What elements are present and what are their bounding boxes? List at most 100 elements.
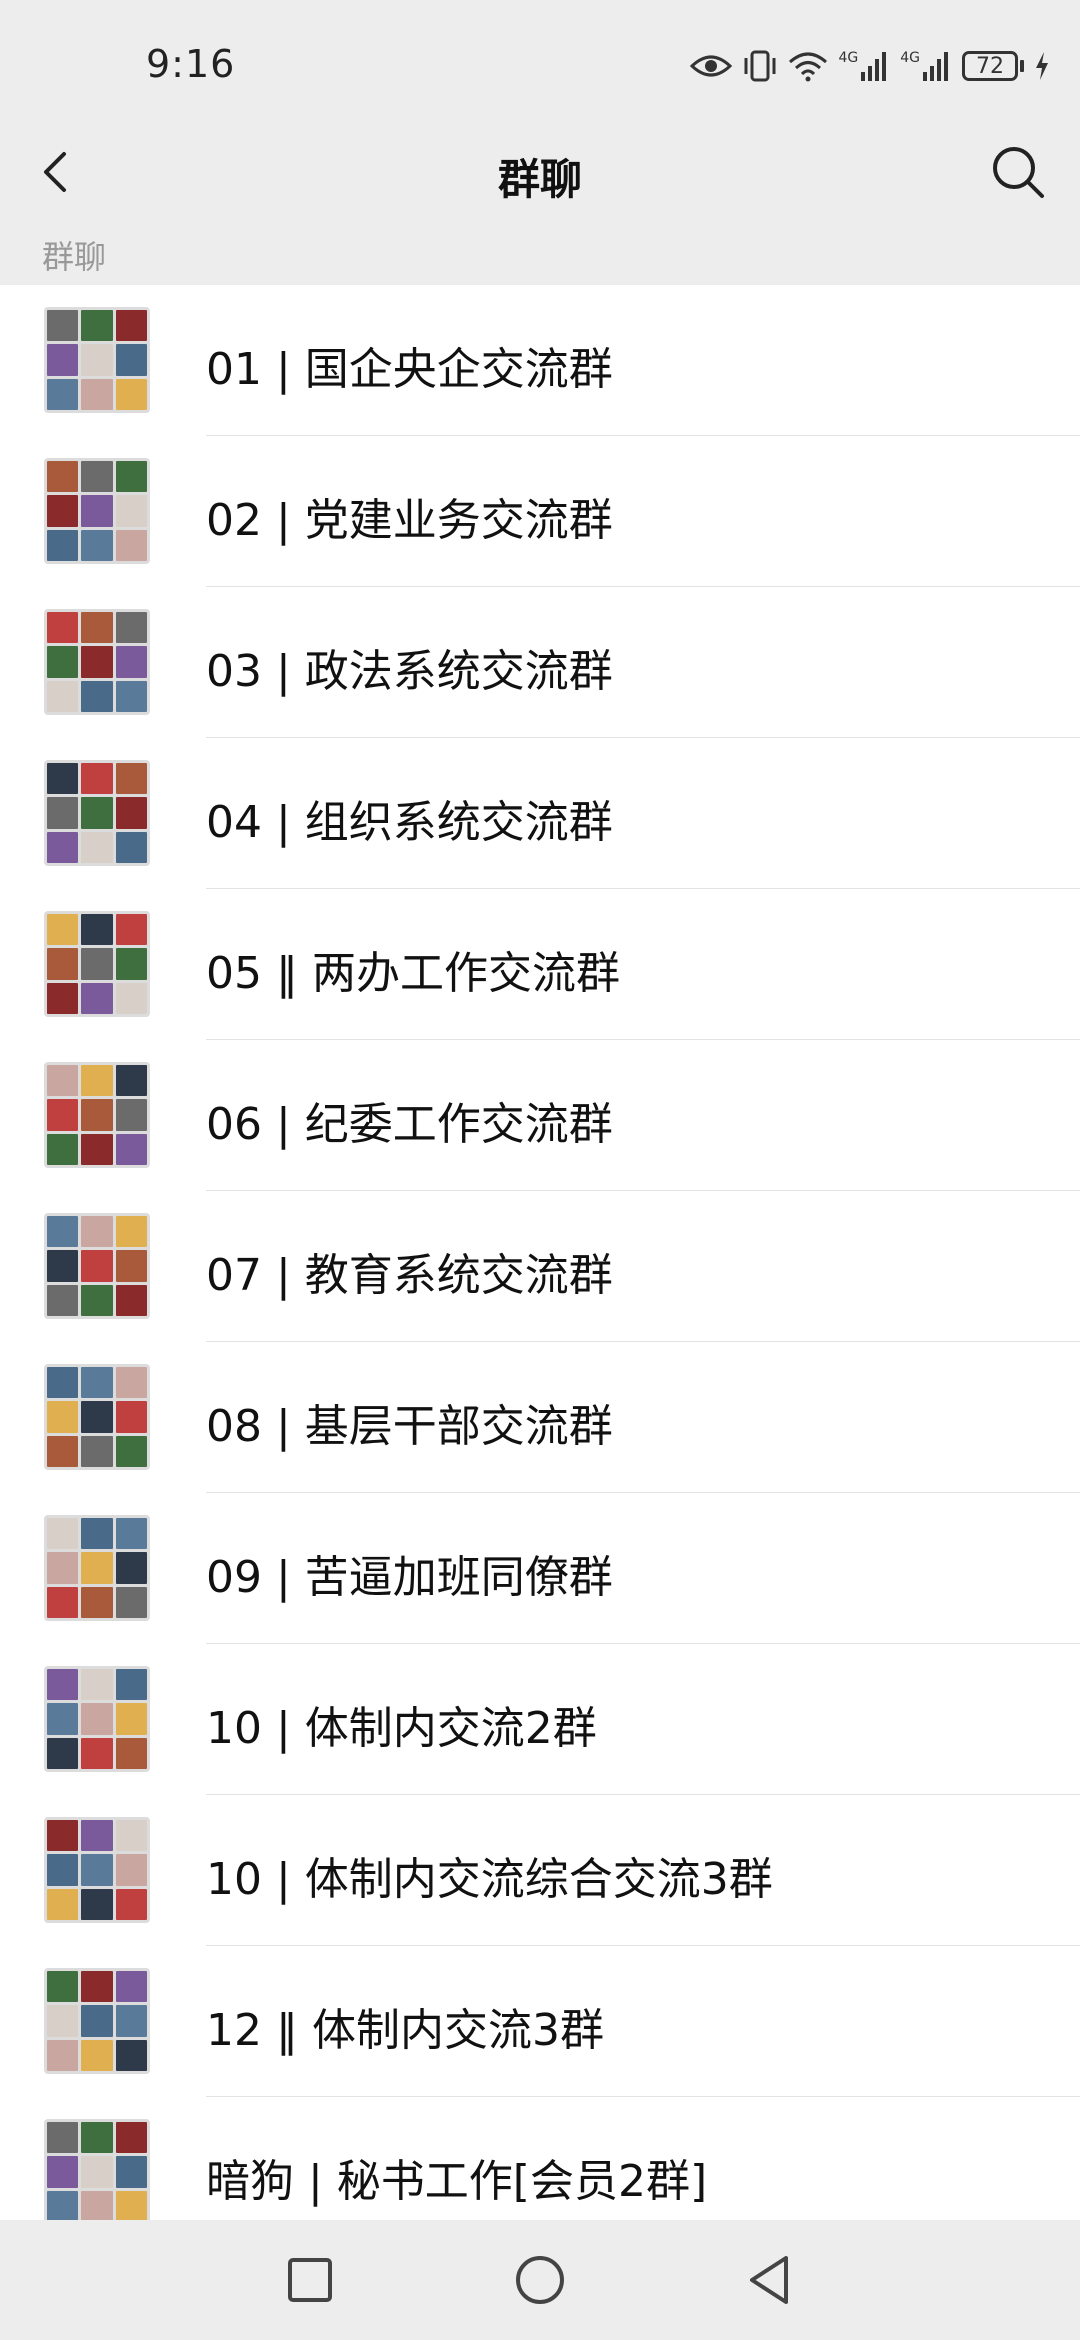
avatar-tile xyxy=(81,612,113,644)
avatar-tile xyxy=(47,2005,79,2037)
avatar-tile xyxy=(47,378,79,410)
avatar-tile xyxy=(115,1703,147,1735)
avatar-tile xyxy=(47,1065,79,1097)
avatar-tile xyxy=(47,612,79,644)
avatar-tile xyxy=(81,378,113,410)
group-list-item[interactable]: 07 | 教育系统交流群 xyxy=(0,1191,1080,1342)
group-list-item[interactable]: 暗狗 | 秘书工作[会员2群] xyxy=(0,2097,1080,2220)
recents-button[interactable] xyxy=(280,2250,340,2310)
avatar-tile xyxy=(81,1669,113,1701)
group-avatar xyxy=(44,1364,150,1470)
avatar-tile xyxy=(47,1971,79,2003)
network-type-label: 4G xyxy=(900,50,920,66)
signal-icon xyxy=(923,52,948,81)
group-avatar xyxy=(44,1666,150,1772)
home-circle-icon xyxy=(516,2256,564,2304)
group-avatar xyxy=(44,609,150,715)
avatar-tile xyxy=(81,1284,113,1316)
avatar-tile xyxy=(115,529,147,561)
avatar-tile xyxy=(115,1669,147,1701)
status-icons: 4G 4G 72 xyxy=(690,44,1050,88)
group-list-item[interactable]: 10 | 体制内交流综合交流3群 xyxy=(0,1795,1080,1946)
avatar-tile xyxy=(47,1133,79,1165)
section-header: 群聊 xyxy=(42,238,107,276)
avatar-tile xyxy=(47,1586,79,1618)
nav-bar: 群聊 xyxy=(0,120,1080,230)
group-list[interactable]: 01 | 国企央企交流群 02 | 党建业务交流群 03 | 政法系统交流群 04 |… xyxy=(0,285,1080,2220)
avatar-tile xyxy=(81,2190,113,2220)
avatar-tile xyxy=(47,680,79,712)
avatar-tile xyxy=(115,2039,147,2071)
battery-icon: 72 xyxy=(962,51,1024,81)
avatar-tile xyxy=(115,914,147,946)
group-list-item[interactable]: 06 | 纪委工作交流群 xyxy=(0,1040,1080,1191)
avatar-tile xyxy=(81,948,113,980)
avatar-tile xyxy=(47,948,79,980)
avatar-tile xyxy=(47,1284,79,1316)
avatar-tile xyxy=(115,1216,147,1248)
group-list-item[interactable]: 08 | 基层干部交流群 xyxy=(0,1342,1080,1493)
avatar-tile xyxy=(47,1552,79,1584)
avatar-tile xyxy=(47,1854,79,1886)
avatar-tile xyxy=(115,310,147,342)
page-title: 群聊 xyxy=(497,155,582,204)
group-list-item[interactable]: 04 | 组织系统交流群 xyxy=(0,738,1080,889)
avatar-tile xyxy=(47,763,79,795)
group-list-item[interactable]: 03 | 政法系统交流群 xyxy=(0,587,1080,738)
avatar-tile xyxy=(47,1099,79,1131)
avatar-tile xyxy=(47,1367,79,1399)
avatar-tile xyxy=(81,1401,113,1433)
avatar-tile xyxy=(115,2156,147,2188)
home-button[interactable] xyxy=(510,2250,570,2310)
avatar-tile xyxy=(115,1284,147,1316)
avatar-tile xyxy=(47,1435,79,1467)
wifi-icon xyxy=(789,52,828,82)
status-time: 9:16 xyxy=(146,42,236,86)
avatar-tile xyxy=(81,982,113,1014)
battery-tip xyxy=(1020,60,1024,72)
group-name: 09 | 苦逼加班同僚群 xyxy=(206,1552,613,1603)
status-bar: 9:16 4G 4G 72 xyxy=(0,0,1080,130)
avatar-tile xyxy=(47,2039,79,2071)
group-list-item[interactable]: 01 | 国企央企交流群 xyxy=(0,285,1080,436)
group-list-item[interactable]: 12 ‖ 体制内交流3群 xyxy=(0,1946,1080,2097)
avatar-tile xyxy=(81,2156,113,2188)
avatar-tile xyxy=(81,1552,113,1584)
avatar-tile xyxy=(81,1435,113,1467)
avatar-tile xyxy=(115,1250,147,1282)
avatar-tile xyxy=(115,1099,147,1131)
search-button[interactable] xyxy=(986,140,1050,204)
vibrate-icon xyxy=(744,50,776,82)
group-list-item[interactable]: 05 ‖ 两办工作交流群 xyxy=(0,889,1080,1040)
avatar-tile xyxy=(81,310,113,342)
avatar-tile xyxy=(81,1854,113,1886)
group-list-item[interactable]: 02 | 党建业务交流群 xyxy=(0,436,1080,587)
charging-icon xyxy=(1036,52,1048,80)
avatar-tile xyxy=(47,831,79,863)
back-nav-button[interactable] xyxy=(740,2250,800,2310)
avatar-tile xyxy=(81,914,113,946)
avatar-tile xyxy=(81,1250,113,1282)
avatar-tile xyxy=(115,948,147,980)
avatar-tile xyxy=(47,646,79,678)
avatar-tile xyxy=(47,2122,79,2154)
group-list-item[interactable]: 10 | 体制内交流2群 xyxy=(0,1644,1080,1795)
avatar-tile xyxy=(81,1518,113,1550)
group-avatar xyxy=(44,911,150,1017)
group-list-item[interactable]: 09 | 苦逼加班同僚群 xyxy=(0,1493,1080,1644)
group-name: 01 | 国企央企交流群 xyxy=(206,344,613,395)
group-name: 05 ‖ 两办工作交流群 xyxy=(206,948,620,999)
avatar-tile xyxy=(115,1065,147,1097)
group-name: 03 | 政法系统交流群 xyxy=(206,646,613,697)
avatar-tile xyxy=(47,529,79,561)
avatar-tile xyxy=(115,763,147,795)
group-name: 07 | 教育系统交流群 xyxy=(206,1250,613,1301)
system-nav-bar xyxy=(0,2220,1080,2340)
signal-group-1: 4G xyxy=(838,50,890,82)
network-type-label: 4G xyxy=(838,50,859,66)
group-name: 10 | 体制内交流综合交流3群 xyxy=(206,1854,773,1905)
avatar-tile xyxy=(115,378,147,410)
eye-icon xyxy=(690,55,733,77)
avatar-tile xyxy=(47,344,79,376)
avatar-tile xyxy=(47,2190,79,2220)
